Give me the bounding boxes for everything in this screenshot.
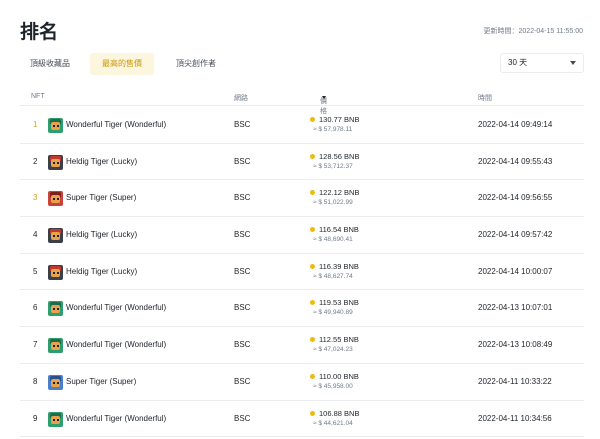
price-usd: ≈ $ 53,712.37 <box>313 162 353 170</box>
nft-thumbnail[interactable] <box>48 301 63 317</box>
nft-thumbnail[interactable] <box>48 264 63 280</box>
rank-number: 7 <box>33 340 38 350</box>
sale-time: 2022-04-13 10:07:01 <box>478 303 553 313</box>
nft-name[interactable]: Super Tiger (Super) <box>66 180 136 216</box>
bnb-coin-icon <box>310 410 315 416</box>
tab-top-creators[interactable]: 頂尖創作者 <box>164 53 228 75</box>
table-header: NFT 網路 價格 時間 <box>20 90 584 115</box>
network-label: BSC <box>234 266 251 276</box>
network-label: BSC <box>234 193 251 203</box>
price-usd: ≈ $ 51,022.99 <box>313 199 353 207</box>
nft-name[interactable]: Wonderful Tiger (Wonderful) <box>66 327 166 363</box>
rank-number: 8 <box>33 376 38 386</box>
price-usd: ≈ $ 45,958.00 <box>313 382 353 390</box>
bnb-coin-icon <box>310 373 315 379</box>
nft-name[interactable]: Wonderful Tiger (Wonderful) <box>66 107 166 143</box>
bnb-coin-icon <box>310 190 315 196</box>
price-usd: ≈ $ 57,978.11 <box>313 126 353 133</box>
price-bnb: 106.88 BNB <box>319 408 360 418</box>
price-usd: ≈ $ 48,690.41 <box>313 236 353 244</box>
rank-number: 3 <box>33 193 38 203</box>
price-bnb: 130.77 BNB <box>319 115 360 124</box>
bnb-coin-icon <box>310 117 315 122</box>
network-label: BSC <box>234 230 251 240</box>
page-title: 排名 <box>20 21 59 43</box>
nft-name[interactable]: Heldig Tiger (Lucky) <box>66 217 137 253</box>
sale-time: 2022-04-11 10:33:22 <box>478 376 552 386</box>
sale-time: 2022-04-14 09:57:42 <box>478 230 553 240</box>
nft-thumbnail[interactable] <box>48 228 63 244</box>
table-row[interactable]: 6 Wonderful Tiger (Wonderful) BSC 119.53 BN… <box>20 290 584 328</box>
header-nft: NFT <box>31 93 45 100</box>
sale-time: 2022-04-14 09:55:43 <box>478 156 553 166</box>
bnb-coin-icon <box>310 337 315 343</box>
price-bnb: 116.39 BNB <box>319 261 359 271</box>
price-bnb: 122.12 BNB <box>319 188 360 198</box>
table-row[interactable]: 1 Wonderful Tiger (Wonderful) BSC 130.77 BN… <box>20 107 584 144</box>
ranking-tabs: 頂級收藏品 最高的售價 頂尖創作者 <box>20 53 228 75</box>
nft-name[interactable]: Heldig Tiger (Lucky) <box>66 144 137 180</box>
ranking-table-body: 1 Wonderful Tiger (Wonderful) BSC 130.77 BN… <box>20 107 584 438</box>
nft-name[interactable]: Wonderful Tiger (Wonderful) <box>66 401 166 437</box>
table-row[interactable]: 4 Heldig Tiger (Lucky) BSC 116.54 BNB ≈ $ 48… <box>20 217 584 254</box>
sale-time: 2022-04-14 09:49:14 <box>478 120 553 129</box>
table-row[interactable]: 3 Super Tiger (Super) BSC 122.12 BNB ≈ $ 51,… <box>20 180 584 218</box>
rank-number: 9 <box>33 413 38 423</box>
price-usd: ≈ $ 47,024.23 <box>313 346 353 354</box>
sale-time: 2022-04-14 10:00:07 <box>478 266 553 276</box>
price-bnb: 112.55 BNB <box>319 335 359 345</box>
price-usd: ≈ $ 48,627.74 <box>313 272 353 280</box>
rank-number: 6 <box>33 303 38 313</box>
price-bnb: 119.53 BNB <box>319 298 359 308</box>
network-label: BSC <box>234 340 251 350</box>
sale-time: 2022-04-13 10:08:49 <box>478 340 553 350</box>
tab-top-collections[interactable]: 頂級收藏品 <box>20 53 82 75</box>
price-bnb: 116.54 BNB <box>319 225 359 235</box>
header-time: 時間 <box>478 95 492 102</box>
price-bnb: 128.56 BNB <box>319 151 360 161</box>
nft-thumbnail[interactable] <box>48 118 63 133</box>
period-select[interactable]: 30 天 <box>500 53 584 73</box>
rank-number: 2 <box>33 156 38 166</box>
table-row[interactable]: 8 Super Tiger (Super) BSC 110.00 BNB ≈ $ 45,… <box>20 364 584 401</box>
table-row[interactable]: 9 Wonderful Tiger (Wonderful) BSC 106.88 BN… <box>20 401 584 438</box>
bnb-coin-icon <box>310 153 315 159</box>
chevron-down-icon <box>570 61 576 65</box>
period-select-value: 30 天 <box>508 58 528 67</box>
price-usd: ≈ $ 44,621.04 <box>313 419 353 427</box>
network-label: BSC <box>234 120 251 129</box>
rank-number: 4 <box>33 230 38 240</box>
table-row[interactable]: 5 Heldig Tiger (Lucky) BSC 116.39 BNB ≈ $ 48… <box>20 254 584 291</box>
nft-thumbnail[interactable] <box>48 338 63 354</box>
nft-thumbnail[interactable] <box>48 411 63 427</box>
nft-name[interactable]: Wonderful Tiger (Wonderful) <box>66 290 166 326</box>
nft-thumbnail[interactable] <box>48 191 63 207</box>
network-label: BSC <box>234 413 251 423</box>
network-label: BSC <box>234 156 251 166</box>
table-row[interactable]: 2 Heldig Tiger (Lucky) BSC 128.56 BNB ≈ $ 53… <box>20 144 584 181</box>
rank-number: 1 <box>33 120 38 129</box>
updated-time: 更新時間：2022-04-15 11:55:00 <box>483 28 583 35</box>
price-bnb: 110.00 BNB <box>319 371 359 381</box>
bnb-coin-icon <box>310 227 315 233</box>
network-label: BSC <box>234 376 251 386</box>
rank-number: 5 <box>33 266 38 276</box>
sale-time: 2022-04-14 09:56:55 <box>478 193 553 203</box>
nft-name[interactable]: Heldig Tiger (Lucky) <box>66 254 137 290</box>
price-usd: ≈ $ 49,940.89 <box>313 309 353 317</box>
tab-highest-sales[interactable]: 最高的售價 <box>90 53 154 75</box>
nft-thumbnail[interactable] <box>48 374 63 390</box>
nft-thumbnail[interactable] <box>48 154 63 170</box>
bnb-coin-icon <box>310 300 315 306</box>
sort-down-icon <box>322 96 326 99</box>
table-row[interactable]: 7 Wonderful Tiger (Wonderful) BSC 112.55 BN… <box>20 327 584 364</box>
nft-name[interactable]: Super Tiger (Super) <box>66 364 136 400</box>
sale-time: 2022-04-11 10:34:56 <box>478 413 552 423</box>
header-network: 網路 <box>234 95 248 102</box>
bnb-coin-icon <box>310 263 315 269</box>
network-label: BSC <box>234 303 251 313</box>
